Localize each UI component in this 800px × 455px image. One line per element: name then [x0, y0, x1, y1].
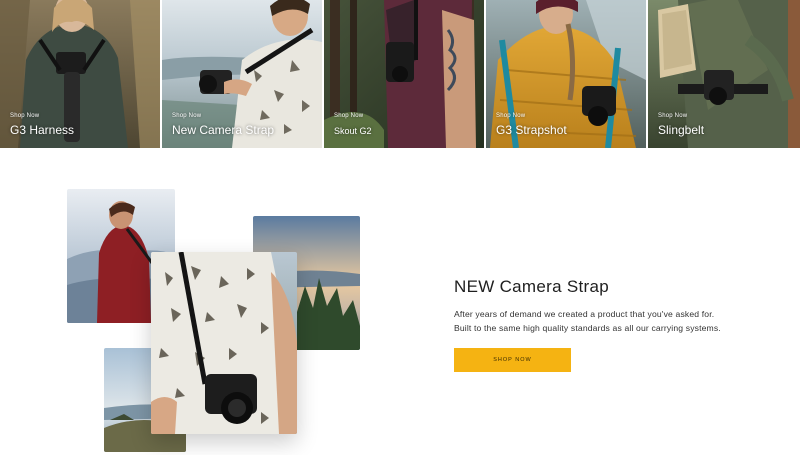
promo-description-line: Built to the same high quality standards… — [454, 323, 721, 333]
tile-title: G3 Harness — [10, 123, 75, 137]
category-tile-skout-g2[interactable]: Shop Now Skout G2 — [324, 0, 484, 148]
tile-title: Skout G2 — [334, 126, 372, 136]
shop-now-button[interactable]: SHOP NOW — [454, 348, 571, 372]
tile-eyebrow: Shop Now — [172, 113, 202, 119]
tile-title: G3 Strapshot — [496, 123, 567, 137]
tile-title: Slingbelt — [658, 123, 705, 137]
category-tile-new-camera-strap[interactable]: Shop Now New Camera Strap — [162, 0, 322, 148]
category-tile-g3-strapshot[interactable]: Shop Now G3 Strapshot — [486, 0, 646, 148]
collage-photo-camera-strap-shirt — [151, 252, 297, 434]
category-strip: Shop Now G3 Harness Shop Now New Camera … — [0, 0, 800, 148]
camera-strap-shirt-image — [151, 252, 297, 434]
tile-eyebrow: Shop Now — [334, 113, 364, 119]
tile-eyebrow: Shop Now — [496, 113, 526, 119]
tile-eyebrow: Shop Now — [658, 113, 688, 119]
tile-title: New Camera Strap — [172, 123, 275, 137]
category-tile-slingbelt[interactable]: Shop Now Slingbelt — [648, 0, 800, 148]
promo-title: NEW Camera Strap — [454, 277, 610, 296]
promo-description-line: After years of demand we created a produ… — [454, 309, 715, 319]
category-tile-g3-harness[interactable]: Shop Now G3 Harness — [0, 0, 160, 148]
tile-eyebrow: Shop Now — [10, 113, 40, 119]
promo-description: After years of demand we created a produ… — [454, 307, 784, 335]
